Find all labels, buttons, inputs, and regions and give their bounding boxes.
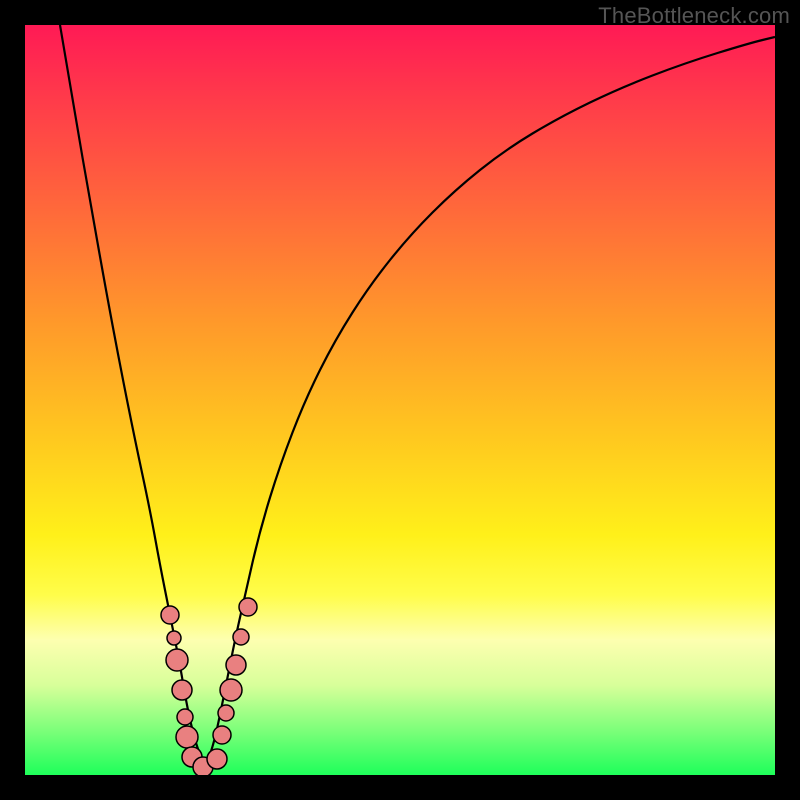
bead-marker (226, 655, 246, 675)
bead-marker (177, 709, 193, 725)
curve-layer (25, 25, 775, 775)
bead-marker (218, 705, 234, 721)
bead-marker (220, 679, 242, 701)
bead-marker (207, 749, 227, 769)
bead-marker (176, 726, 198, 748)
plot-area (25, 25, 775, 775)
outer-frame: TheBottleneck.com (0, 0, 800, 800)
watermark-text: TheBottleneck.com (598, 3, 790, 29)
bead-marker (233, 629, 249, 645)
bead-marker (172, 680, 192, 700)
bead-marker (167, 631, 181, 645)
beads-group (161, 598, 257, 775)
bead-marker (239, 598, 257, 616)
bead-marker (213, 726, 231, 744)
bottleneck-curve (60, 25, 775, 763)
bead-marker (161, 606, 179, 624)
bead-marker (166, 649, 188, 671)
